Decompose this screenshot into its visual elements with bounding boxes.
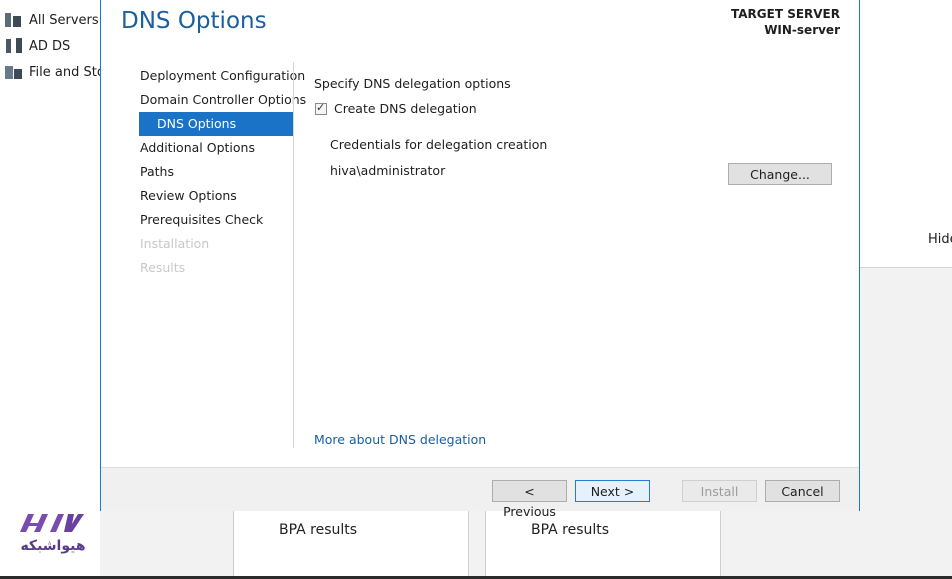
servers-icon <box>5 12 22 28</box>
step-dns-options[interactable]: DNS Options <box>139 112 293 136</box>
previous-button[interactable]: < Previous <box>492 480 567 519</box>
watermark: هیواشبکه <box>8 500 98 572</box>
credentials-value: hiva\administrator <box>330 163 446 178</box>
step-prerequisites-check[interactable]: Prerequisites Check <box>139 208 293 232</box>
cancel-button[interactable]: Cancel <box>765 480 840 502</box>
sidebar-item-all-servers[interactable]: All Servers <box>5 9 99 31</box>
wizard-steps: Deployment Configuration Domain Controll… <box>139 64 306 280</box>
ad-ds-icon <box>5 38 22 54</box>
step-paths[interactable]: Paths <box>139 160 293 184</box>
step-additional-options[interactable]: Additional Options <box>139 136 293 160</box>
hiva-logo-icon <box>20 514 84 532</box>
step-deployment-configuration[interactable]: Deployment Configuration <box>139 64 305 88</box>
step-results: Results <box>140 260 186 275</box>
wizard-dialog: DNS Options TARGET SERVER WIN-server Dep… <box>100 0 860 519</box>
tile-label: BPA results <box>531 522 610 538</box>
target-server-label: TARGET SERVER <box>731 7 840 21</box>
sidebar-item-ad-ds[interactable]: AD DS <box>5 35 70 57</box>
server-manager-right-panel <box>860 0 952 268</box>
file-storage-icon <box>5 64 22 80</box>
more-about-dns-delegation-link[interactable]: More about DNS delegation <box>314 432 486 447</box>
install-button: Install <box>682 480 757 502</box>
watermark-text: هیواشبکه <box>20 538 86 554</box>
sidebar-item-file-storage[interactable]: File and Sto <box>5 61 105 83</box>
hide-link[interactable]: Hide <box>928 232 952 247</box>
checkbox-label: Create DNS delegation <box>334 101 477 116</box>
sidebar-item-label: All Servers <box>29 12 99 28</box>
bpa-tile: BPA results <box>233 505 469 579</box>
steps-divider <box>293 62 294 448</box>
server-manager-sidebar: All Servers AD DS File and Sto <box>0 0 105 579</box>
checkbox-checked-icon[interactable] <box>315 101 327 115</box>
credentials-label: Credentials for delegation creation <box>330 137 548 152</box>
sidebar-item-label: File and Sto <box>29 64 105 80</box>
next-button[interactable]: Next > <box>575 480 650 502</box>
wizard-footer: < Previous Next > Install Cancel <box>101 467 859 519</box>
page-title: DNS Options <box>121 8 267 34</box>
change-credentials-button[interactable]: Change... <box>728 163 832 185</box>
step-review-options[interactable]: Review Options <box>139 184 293 208</box>
target-server-value: WIN-server <box>764 23 840 37</box>
sidebar-item-label: AD DS <box>29 38 71 54</box>
step-installation: Installation <box>140 236 210 251</box>
create-dns-delegation-checkbox[interactable]: Create DNS delegation <box>315 101 477 116</box>
tile-label: BPA results <box>279 522 358 538</box>
step-domain-controller-options[interactable]: Domain Controller Options <box>139 88 306 112</box>
section-heading: Specify DNS delegation options <box>314 76 511 91</box>
